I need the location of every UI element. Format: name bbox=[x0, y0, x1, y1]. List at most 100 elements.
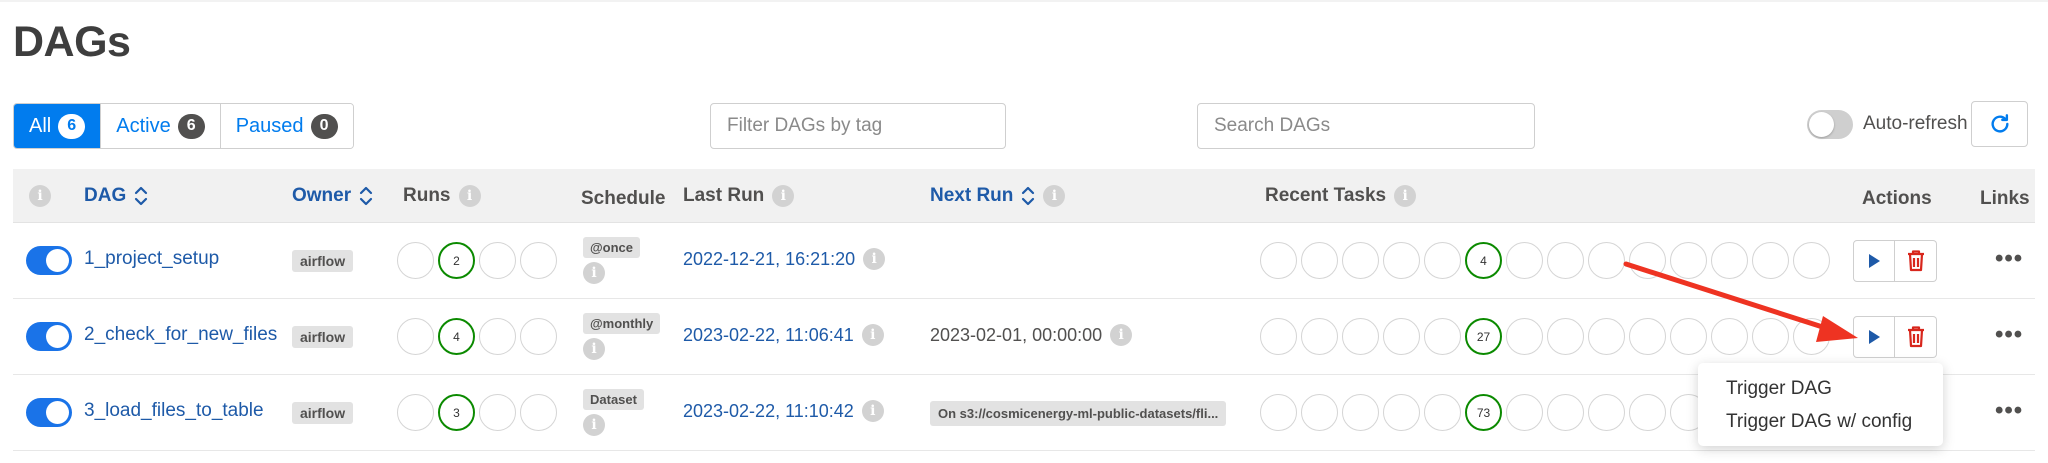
auto-refresh-control: Auto-refresh bbox=[1807, 108, 1968, 140]
info-icon[interactable]: i bbox=[1043, 185, 1066, 207]
dag-pause-toggle[interactable] bbox=[26, 398, 72, 427]
dag-link[interactable]: 2_check_for_new_files bbox=[84, 324, 277, 346]
task-status-circle[interactable] bbox=[1424, 318, 1461, 355]
task-status-circle[interactable] bbox=[1588, 242, 1625, 279]
owner-badge[interactable]: airflow bbox=[292, 402, 354, 424]
task-status-success[interactable]: 73 bbox=[1465, 394, 1502, 431]
run-status-success[interactable]: 4 bbox=[438, 318, 475, 355]
run-status-running[interactable] bbox=[479, 394, 516, 431]
task-status-circle[interactable] bbox=[1301, 242, 1338, 279]
last-run-link[interactable]: 2023-02-22, 11:06:41 bbox=[683, 325, 854, 346]
trigger-dag-button[interactable] bbox=[1853, 316, 1895, 358]
task-status-circle[interactable] bbox=[1260, 394, 1297, 431]
task-status-circle[interactable] bbox=[1629, 318, 1666, 355]
task-status-circle[interactable] bbox=[1342, 242, 1379, 279]
task-status-circle[interactable] bbox=[1506, 318, 1543, 355]
header-dag[interactable]: DAG bbox=[84, 169, 148, 223]
task-status-circle[interactable] bbox=[1629, 242, 1666, 279]
task-status-circle[interactable] bbox=[1383, 394, 1420, 431]
header-links-label: Links bbox=[1980, 188, 2030, 209]
tag-filter-input[interactable] bbox=[710, 103, 1006, 149]
last-run-link[interactable]: 2022-12-21, 16:21:20 bbox=[683, 249, 855, 270]
info-icon[interactable]: i bbox=[1110, 324, 1133, 346]
task-status-circle[interactable] bbox=[1752, 242, 1789, 279]
header-owner[interactable]: Owner bbox=[292, 169, 373, 223]
task-status-circle[interactable] bbox=[1301, 394, 1338, 431]
task-status-circle[interactable] bbox=[1793, 242, 1830, 279]
task-status-success[interactable]: 27 bbox=[1465, 318, 1502, 355]
task-status-circle[interactable] bbox=[1547, 394, 1584, 431]
task-status-circle[interactable] bbox=[1506, 394, 1543, 431]
info-icon[interactable]: i bbox=[772, 185, 795, 207]
sort-updown-icon bbox=[1022, 186, 1035, 206]
run-status-success[interactable]: 3 bbox=[438, 394, 475, 431]
dag-link[interactable]: 3_load_files_to_table bbox=[84, 400, 264, 422]
filter-active-button[interactable]: Active 6 bbox=[101, 104, 221, 148]
task-status-circle[interactable] bbox=[1711, 318, 1748, 355]
task-status-circle[interactable] bbox=[1547, 242, 1584, 279]
owner-badge[interactable]: airflow bbox=[292, 326, 354, 348]
header-next-run[interactable]: Next Run i bbox=[930, 169, 1066, 223]
task-status-circle[interactable] bbox=[1629, 394, 1666, 431]
run-status-success[interactable]: 2 bbox=[438, 242, 475, 279]
run-status-queued[interactable] bbox=[397, 318, 434, 355]
run-status-failed[interactable] bbox=[520, 394, 557, 431]
task-status-circle[interactable] bbox=[1424, 242, 1461, 279]
run-status-failed[interactable] bbox=[520, 318, 557, 355]
auto-refresh-toggle[interactable] bbox=[1807, 109, 1853, 139]
info-icon[interactable]: i bbox=[583, 262, 605, 284]
delete-dag-button[interactable] bbox=[1895, 240, 1937, 282]
runs-circles: 4 bbox=[397, 318, 557, 355]
info-icon[interactable]: i bbox=[863, 248, 886, 270]
task-status-circle[interactable] bbox=[1588, 394, 1625, 431]
info-icon[interactable]: i bbox=[458, 185, 481, 207]
more-horizontal-icon[interactable]: ••• bbox=[1995, 245, 2023, 273]
task-status-circle[interactable] bbox=[1342, 394, 1379, 431]
info-icon[interactable]: i bbox=[29, 185, 51, 207]
search-dags-input[interactable] bbox=[1197, 103, 1535, 149]
dag-pause-toggle[interactable] bbox=[26, 322, 72, 351]
run-status-queued[interactable] bbox=[397, 242, 434, 279]
task-status-circle[interactable] bbox=[1752, 318, 1789, 355]
run-status-queued[interactable] bbox=[397, 394, 434, 431]
task-status-circle[interactable] bbox=[1301, 318, 1338, 355]
table-header: i DAG Owner Runs i Schedule Last Run i N… bbox=[13, 169, 2035, 223]
task-status-circle[interactable] bbox=[1260, 242, 1297, 279]
task-status-circle[interactable] bbox=[1793, 318, 1830, 355]
task-status-circle[interactable] bbox=[1588, 318, 1625, 355]
run-status-failed[interactable] bbox=[520, 242, 557, 279]
info-icon[interactable]: i bbox=[1394, 185, 1417, 207]
run-status-running[interactable] bbox=[479, 242, 516, 279]
trigger-dag-button[interactable] bbox=[1853, 240, 1895, 282]
filter-active-label: Active bbox=[116, 114, 171, 137]
info-icon[interactable]: i bbox=[861, 324, 884, 346]
task-status-circle[interactable] bbox=[1383, 242, 1420, 279]
filter-all-button[interactable]: All 6 bbox=[14, 104, 102, 148]
dag-pause-toggle[interactable] bbox=[26, 246, 72, 275]
last-run-link[interactable]: 2023-02-22, 11:10:42 bbox=[683, 401, 854, 422]
task-status-circle[interactable] bbox=[1711, 242, 1748, 279]
refresh-button[interactable] bbox=[1971, 101, 2028, 147]
delete-dag-button[interactable] bbox=[1895, 316, 1937, 358]
info-icon[interactable]: i bbox=[861, 400, 884, 422]
more-horizontal-icon[interactable]: ••• bbox=[1995, 397, 2023, 425]
task-status-circle[interactable] bbox=[1424, 394, 1461, 431]
filter-paused-button[interactable]: Paused 0 bbox=[220, 104, 353, 148]
more-horizontal-icon[interactable]: ••• bbox=[1995, 321, 2023, 349]
info-icon[interactable]: i bbox=[583, 338, 605, 360]
task-status-circle[interactable] bbox=[1670, 318, 1707, 355]
dag-link[interactable]: 1_project_setup bbox=[84, 248, 219, 270]
owner-badge[interactable]: airflow bbox=[292, 250, 354, 272]
run-status-running[interactable] bbox=[479, 318, 516, 355]
task-status-circle[interactable] bbox=[1506, 242, 1543, 279]
task-status-circle[interactable] bbox=[1342, 318, 1379, 355]
menu-item-trigger-dag[interactable]: Trigger DAG bbox=[1698, 372, 1943, 405]
task-status-circle[interactable] bbox=[1547, 318, 1584, 355]
task-status-circle[interactable] bbox=[1260, 318, 1297, 355]
task-status-success[interactable]: 4 bbox=[1465, 242, 1502, 279]
menu-item-trigger-dag-config[interactable]: Trigger DAG w/ config bbox=[1698, 405, 1943, 438]
next-run-dataset-badge[interactable]: On s3://cosmicenergy-ml-public-datasets/… bbox=[930, 401, 1227, 426]
task-status-circle[interactable] bbox=[1670, 242, 1707, 279]
task-status-circle[interactable] bbox=[1383, 318, 1420, 355]
info-icon[interactable]: i bbox=[583, 414, 605, 436]
